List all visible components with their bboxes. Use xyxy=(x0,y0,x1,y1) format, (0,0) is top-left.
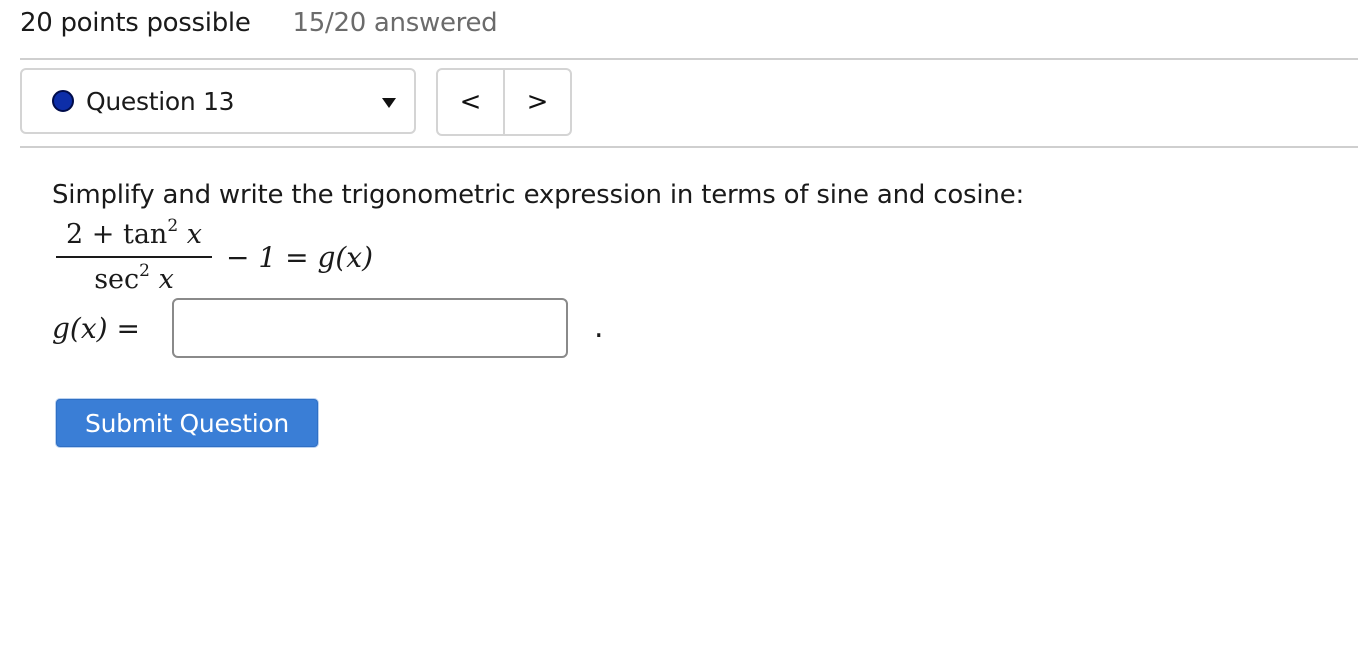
question-status-dot xyxy=(52,90,74,112)
submit-question-button[interactable]: Submit Question xyxy=(56,399,318,447)
answer-period: . xyxy=(594,310,604,345)
equation: 2 + tan2 x sec2 x − 1 = g(x) xyxy=(56,212,373,302)
fraction-numerator: 2 + tan2 x xyxy=(62,216,206,256)
denominator-function: sec xyxy=(94,264,140,295)
denominator-exponent: 2 xyxy=(139,261,150,281)
answer-input[interactable] xyxy=(172,298,568,358)
caret-down-icon xyxy=(382,98,396,108)
equation-fraction: 2 + tan2 x sec2 x xyxy=(56,216,212,296)
divider-top xyxy=(20,58,1358,60)
fraction-denominator: sec2 x xyxy=(94,258,174,296)
question-prompt: Simplify and write the trigonometric exp… xyxy=(52,180,1025,210)
header-bar: 20 points possible 15/20 answered xyxy=(20,6,498,40)
answer-label: g(x) = xyxy=(52,311,140,345)
points-possible: 20 points possible xyxy=(20,8,251,38)
numerator-exponent: 2 xyxy=(167,216,179,236)
next-question-button[interactable]: > xyxy=(503,70,570,134)
answer-row: g(x) = . xyxy=(52,298,604,358)
answered-count: 15/20 answered xyxy=(292,8,498,38)
numerator-variable: x xyxy=(186,219,202,250)
question-selector[interactable]: Question 13 xyxy=(20,68,416,134)
question-nav-group: < > xyxy=(436,68,572,136)
divider-bottom xyxy=(20,146,1358,148)
previous-question-button[interactable]: < xyxy=(438,70,503,134)
numerator-const: 2 + tan xyxy=(66,219,168,250)
denominator-variable: x xyxy=(158,264,174,295)
question-selector-label: Question 13 xyxy=(86,86,235,116)
equation-rest: − 1 = g(x) xyxy=(226,240,373,274)
